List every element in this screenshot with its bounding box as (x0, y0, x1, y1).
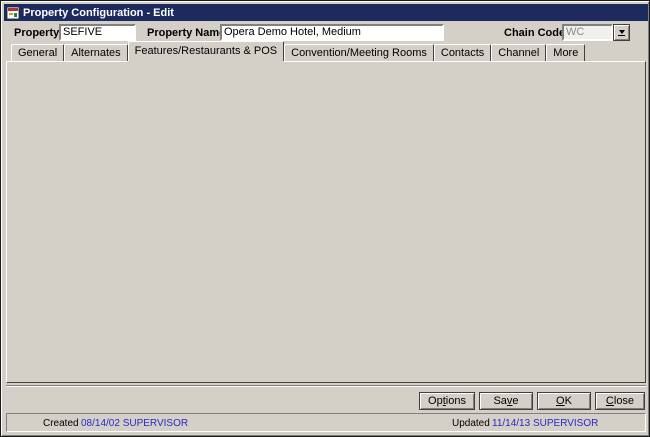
updated-label: Updated (452, 418, 490, 429)
chevron-down-icon (619, 30, 625, 34)
window-title: Property Configuration - Edit (23, 7, 174, 19)
property-configuration-window: Property Configuration - Edit Property S… (0, 0, 650, 437)
title-bar[interactable]: Property Configuration - Edit (4, 4, 648, 21)
main-panel (6, 61, 646, 383)
app-icon (7, 7, 19, 19)
footer-divider (6, 385, 646, 387)
chain-code-dropdown-button[interactable] (613, 24, 630, 41)
property-name-input[interactable]: Opera Demo Hotel, Medium (220, 24, 444, 41)
updated-value: 11/14/13 SUPERVISOR (492, 418, 598, 429)
tab-convention-meeting-rooms[interactable]: Convention/Meeting Rooms (284, 44, 434, 61)
chain-code-label: Chain Code (504, 27, 565, 39)
options-button[interactable]: Options (419, 392, 475, 410)
tab-alternates[interactable]: Alternates (64, 44, 128, 61)
property-name-label: Property Name (147, 27, 225, 39)
property-label: Property (14, 27, 59, 39)
tab-features-restaurants-pos[interactable]: Features/Restaurants & POS (128, 41, 284, 61)
tab-strip: GeneralAlternatesFeatures/Restaurants & … (11, 43, 585, 61)
ok-button[interactable]: OK (537, 392, 591, 410)
tab-general[interactable]: General (11, 44, 64, 61)
tab-contacts[interactable]: Contacts (434, 44, 491, 61)
property-input[interactable]: SEFIVE (59, 24, 136, 41)
status-bar: Created 08/14/02 SUPERVISOR Updated 11/1… (6, 413, 646, 432)
created-label: Created (43, 418, 79, 429)
save-button[interactable]: Save (479, 392, 533, 410)
tab-more[interactable]: More (546, 44, 585, 61)
chain-code-input[interactable]: WC (562, 24, 613, 41)
close-button[interactable]: Close (595, 392, 645, 410)
tab-channel[interactable]: Channel (491, 44, 546, 61)
created-value: 08/14/02 SUPERVISOR (81, 418, 188, 429)
